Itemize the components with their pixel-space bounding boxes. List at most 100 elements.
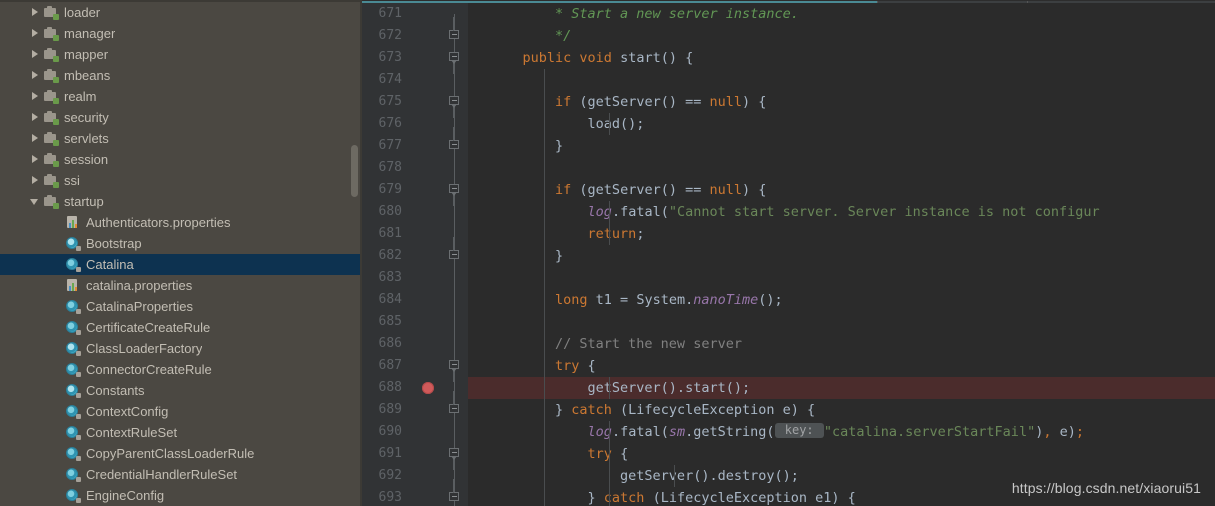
indent-guide	[544, 377, 545, 399]
code-line[interactable]: log.fatal("Cannot start server. Server i…	[468, 201, 1215, 223]
code-line[interactable]	[468, 267, 1215, 289]
tree-item-manager[interactable]: manager	[0, 23, 362, 44]
chevron-right-icon[interactable]	[30, 112, 41, 123]
tree-item-contextruleset[interactable]: ContextRuleSet	[0, 422, 362, 443]
code-content[interactable]: * Start a new server instance. */ public…	[468, 3, 1215, 506]
code-fold-start-icon[interactable]	[449, 448, 460, 470]
tree-item-credentialhandlerruleset[interactable]: CredentialHandlerRuleSet	[0, 464, 362, 485]
gutter-line[interactable]: 690	[362, 421, 468, 443]
tree-item-servlets[interactable]: servlets	[0, 128, 362, 149]
code-line[interactable]: try {	[468, 443, 1215, 465]
code-editor[interactable]: 671 672 673 674 675 676 677 678 679 680 681 682 683 6…	[362, 0, 1215, 506]
tree-item-authenticators-properties[interactable]: Authenticators.properties	[0, 212, 362, 233]
tree-item-certificatecreaterule[interactable]: CertificateCreateRule	[0, 317, 362, 338]
indent-guide	[544, 443, 545, 465]
gutter-line[interactable]: 684	[362, 289, 468, 311]
gutter-line[interactable]: 674	[362, 69, 468, 91]
tree-item-engineconfig[interactable]: EngineConfig	[0, 485, 362, 506]
tree-item-constants[interactable]: Constants	[0, 380, 362, 401]
gutter-line[interactable]: 693	[362, 479, 468, 506]
tree-item-ssi[interactable]: ssi	[0, 170, 362, 191]
gutter-line[interactable]: 679	[362, 179, 468, 206]
gutter-line[interactable]: 686	[362, 333, 468, 355]
lock-badge-icon	[76, 330, 81, 335]
code-fold-end-icon[interactable]	[449, 17, 460, 41]
gutter-line[interactable]: 678	[362, 157, 468, 179]
gutter-line[interactable]: 673	[362, 47, 468, 74]
gutter-line[interactable]: 672	[362, 17, 468, 47]
code-line[interactable]: }	[468, 135, 1215, 157]
code-fold-end-icon[interactable]	[449, 479, 460, 503]
code-line[interactable]: load();	[468, 113, 1215, 135]
gutter-line[interactable]: 677	[362, 127, 468, 157]
code-line[interactable]: long t1 = System.nanoTime();	[468, 289, 1215, 311]
code-line[interactable]	[468, 311, 1215, 333]
tree-item-copyparentclassloaderrule[interactable]: CopyParentClassLoaderRule	[0, 443, 362, 464]
project-tree-panel[interactable]: loader manager mapper mbeans realm security se…	[0, 0, 362, 506]
code-line[interactable]: if (getServer() == null) {	[468, 179, 1215, 201]
lock-badge-icon	[76, 477, 81, 482]
code-fold-start-icon[interactable]	[449, 52, 460, 74]
tree-item-catalina[interactable]: Catalina	[0, 254, 362, 275]
tree-item-catalina-properties[interactable]: catalina.properties	[0, 275, 362, 296]
chevron-right-icon[interactable]	[30, 49, 41, 60]
code-line[interactable]: // Start the new server	[468, 333, 1215, 355]
tree-item-contextconfig[interactable]: ContextConfig	[0, 401, 362, 422]
code-fold-start-icon[interactable]	[449, 184, 460, 206]
gutter-line[interactable]: 682	[362, 237, 468, 267]
code-line[interactable]: if (getServer() == null) {	[468, 91, 1215, 113]
fold-arrow	[450, 456, 457, 460]
code-line[interactable]: } catch (LifecycleException e) {	[468, 399, 1215, 421]
editor-gutter[interactable]: 671 672 673 674 675 676 677 678 679 680 681 682 683 6…	[362, 3, 468, 506]
sidebar-scrollbar-thumb[interactable]	[351, 145, 358, 197]
code-line[interactable]: * Start a new server instance.	[468, 3, 1215, 25]
gutter-line[interactable]: 683	[362, 267, 468, 289]
gutter-line[interactable]: 680	[362, 201, 468, 223]
code-line[interactable]	[468, 69, 1215, 91]
tree-item-label: ContextConfig	[86, 404, 169, 419]
tree-item-startup[interactable]: startup	[0, 191, 362, 212]
gutter-line[interactable]: 691	[362, 443, 468, 470]
tree-item-security[interactable]: security	[0, 107, 362, 128]
tree-item-bootstrap[interactable]: Bootstrap	[0, 233, 362, 254]
tree-item-mapper[interactable]: mapper	[0, 44, 362, 65]
code-line[interactable]	[468, 157, 1215, 179]
breakpoint-marker[interactable]	[422, 382, 434, 394]
code-line[interactable]: */	[468, 25, 1215, 47]
code-line[interactable]: public void start() {	[468, 47, 1215, 69]
chevron-right-icon[interactable]	[30, 175, 41, 186]
code-line[interactable]: }	[468, 245, 1215, 267]
java-class-icon	[66, 467, 81, 482]
tree-item-connectorcreaterule[interactable]: ConnectorCreateRule	[0, 359, 362, 380]
gutter-line[interactable]: 687	[362, 355, 468, 382]
gutter-line[interactable]: 675	[362, 91, 468, 118]
tree-item-loader[interactable]: loader	[0, 2, 362, 23]
project-tree[interactable]: loader manager mapper mbeans realm security se…	[0, 2, 362, 506]
code-line[interactable]: try {	[468, 355, 1215, 377]
tree-item-session[interactable]: session	[0, 149, 362, 170]
lock-badge-icon	[76, 414, 81, 419]
code-fold-start-icon[interactable]	[449, 360, 460, 382]
code-fold-end-icon[interactable]	[449, 127, 460, 151]
code-fold-end-icon[interactable]	[449, 391, 460, 415]
chevron-right-icon[interactable]	[30, 70, 41, 81]
gutter-line[interactable]: 689	[362, 391, 468, 421]
code-fold-end-icon[interactable]	[449, 237, 460, 261]
tree-item-classloaderfactory[interactable]: ClassLoaderFactory	[0, 338, 362, 359]
tree-item-realm[interactable]: realm	[0, 86, 362, 107]
code-line[interactable]: log.fatal(sm.getString( key: "catalina.s…	[468, 421, 1215, 443]
gutter-line[interactable]: 685	[362, 311, 468, 333]
code-fold-start-icon[interactable]	[449, 96, 460, 118]
code-line[interactable]: return;	[468, 223, 1215, 245]
code-line[interactable]: getServer().start();	[468, 377, 1215, 399]
tree-item-catalinaproperties[interactable]: CatalinaProperties	[0, 296, 362, 317]
tree-item-mbeans[interactable]: mbeans	[0, 65, 362, 86]
tree-item-label: Authenticators.properties	[86, 215, 231, 230]
chevron-right-icon[interactable]	[30, 133, 41, 144]
chevron-right-icon[interactable]	[30, 28, 41, 39]
chevron-down-icon[interactable]	[30, 196, 41, 207]
chevron-right-icon[interactable]	[30, 154, 41, 165]
chevron-right-icon[interactable]	[30, 7, 41, 18]
chevron-right-icon[interactable]	[30, 91, 41, 102]
